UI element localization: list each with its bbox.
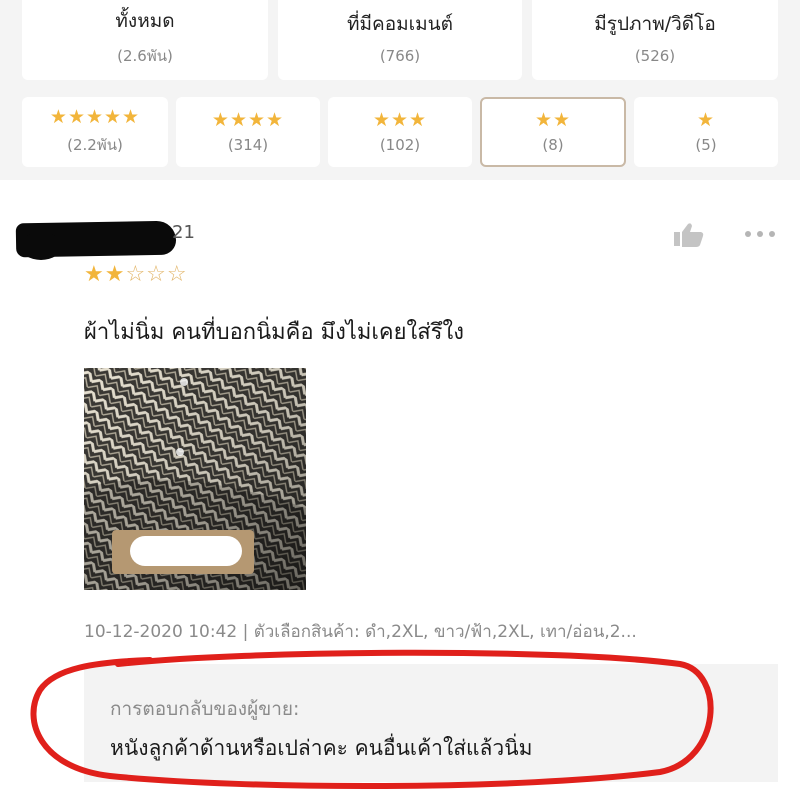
username: 21 (172, 222, 195, 243)
filter-tab-with-comments[interactable]: ที่มีคอมเมนต์ (766) (278, 0, 522, 80)
star-filter-count: (102) (379, 136, 421, 154)
thumbs-up-icon[interactable] (672, 222, 706, 248)
star-rating-icon: ★ (696, 109, 716, 131)
filter-tab-count: (766) (379, 47, 421, 65)
star-rating-icon: ★★ (534, 109, 572, 131)
star-filter-4[interactable]: ★★★★ (314) (176, 97, 320, 167)
seller-reply-text: หนังลูกค้าด้านหรือเปล่าคะ คนอื่นเค้าใส่แ… (110, 736, 533, 760)
filter-tab-label: ทั้งหมด (115, 10, 175, 32)
star-filter-count: (8) (542, 136, 564, 154)
star-filter-bar: ★★★★★ (2.2พัน) ★★★★ (314) ★★★ (102) ★★ (… (0, 90, 800, 180)
filter-tab-all[interactable]: ทั้งหมด (2.6พัน) (22, 0, 268, 80)
review-comment: ผ้าไม่นิ่ม คนที่บอกนิ่มคือ มึงไม่เคยใส่ร… (84, 320, 464, 345)
review-photo[interactable] (84, 368, 306, 590)
review-meta: 10-12-2020 10:42 | ตัวเลือกสินค้า: ดำ,2X… (84, 622, 637, 642)
star-empty-icon: ☆☆☆ (125, 262, 188, 287)
more-dots-icon[interactable] (742, 222, 778, 242)
review-filter-bar: ทั้งหมด (2.6พัน) ที่มีคอมเมนต์ (766) มีร… (0, 0, 800, 90)
star-rating-icon: ★★★★ (211, 109, 285, 131)
star-rating-icon: ★★★ (372, 109, 428, 131)
filter-tab-label: ที่มีคอมเมนต์ (346, 13, 454, 35)
star-filter-count: (2.2พัน) (67, 136, 123, 154)
star-filter-count: (5) (695, 136, 717, 154)
redacted-avatar (20, 232, 62, 260)
star-filled-icon: ★★ (84, 262, 126, 287)
review-rating: ★★☆☆☆ (84, 262, 188, 287)
filter-tab-count: (526) (634, 47, 676, 65)
filter-tab-label: มีรูปภาพ/วิดีโอ (594, 13, 716, 35)
divider (0, 180, 800, 194)
star-rating-icon: ★★★★★ (49, 106, 141, 128)
star-filter-1[interactable]: ★ (5) (634, 97, 778, 167)
filter-tab-count: (2.6พัน) (117, 47, 173, 65)
star-filter-count: (314) (227, 136, 269, 154)
seller-reply-label: การตอบกลับของผู้ขาย: (110, 698, 300, 720)
star-filter-3[interactable]: ★★★ (102) (328, 97, 472, 167)
star-filter-2[interactable]: ★★ (8) (480, 97, 626, 167)
fabric-image (84, 368, 306, 590)
star-filter-5[interactable]: ★★★★★ (2.2พัน) (22, 97, 168, 167)
filter-tab-with-media[interactable]: มีรูปภาพ/วิดีโอ (526) (532, 0, 778, 80)
